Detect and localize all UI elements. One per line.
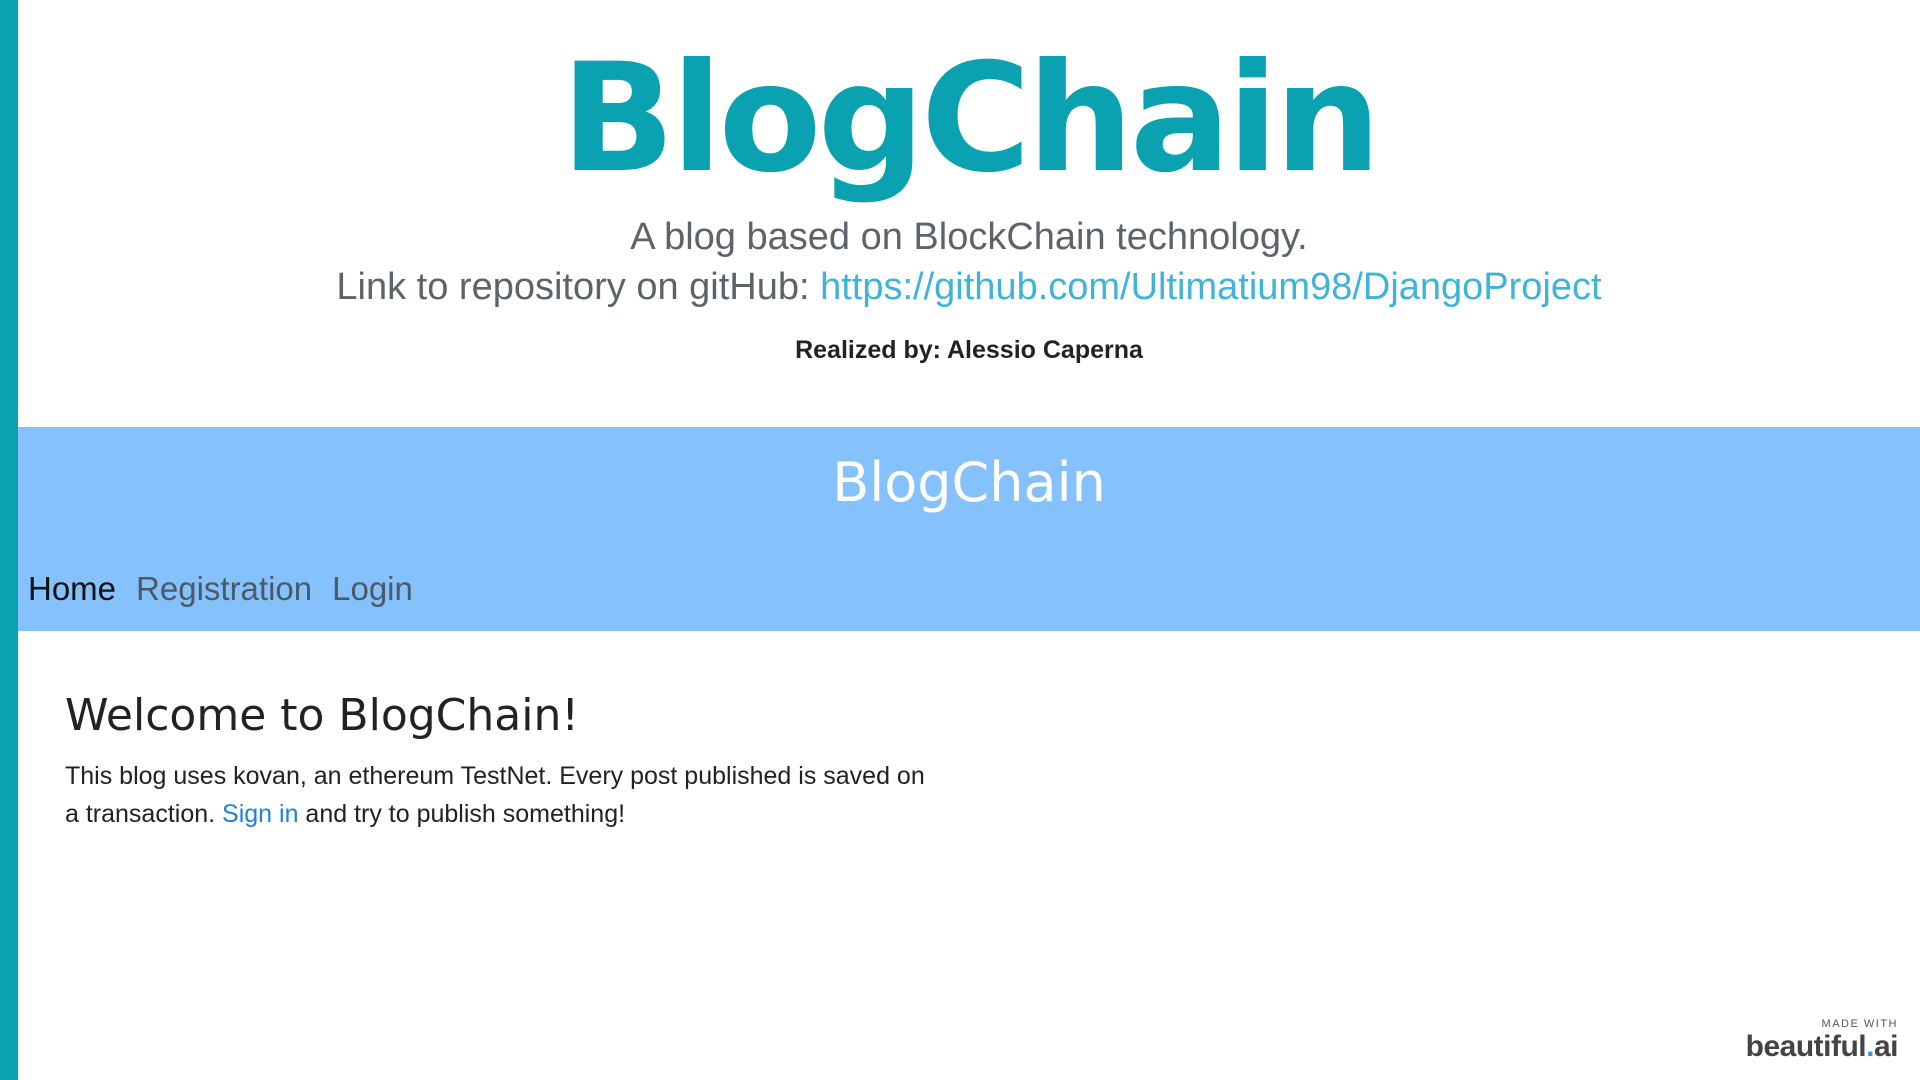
sign-in-link[interactable]: Sign in — [222, 800, 298, 828]
main-content: Welcome to BlogChain! This blog uses kov… — [65, 687, 925, 833]
app-screenshot: BlogChain Home Registration Login Welcom… — [18, 427, 1920, 1080]
intro-paragraph: This blog uses kovan, an ethereum TestNe… — [65, 757, 925, 833]
nav-link-login[interactable]: Login — [332, 570, 413, 608]
made-with-label: MADE WITH — [1821, 1018, 1898, 1030]
accent-bar — [0, 0, 18, 1080]
nav-link-registration[interactable]: Registration — [136, 570, 312, 608]
slide-subtitle: A blog based on BlockChain technology. — [630, 216, 1308, 258]
repo-link[interactable]: https://github.com/Ultimatium98/DjangoPr… — [820, 266, 1601, 308]
watermark-logo: beautiful.ai — [1745, 1030, 1899, 1064]
navbar: BlogChain Home Registration Login — [18, 427, 1920, 631]
repo-line: Link to repository on gitHub: https://gi… — [18, 262, 1920, 312]
watermark-brand-main: beautiful — [1745, 1030, 1867, 1063]
watermark-brand-dot: . — [1866, 1030, 1874, 1063]
nav-link-home[interactable]: Home — [28, 570, 116, 608]
credits: Realized by: Alessio Caperna — [795, 336, 1143, 364]
slide-header: BlogChain A blog based on BlockChain tec… — [18, 0, 1920, 365]
welcome-heading: Welcome to BlogChain! — [65, 690, 579, 741]
slide-title: BlogChain — [560, 32, 1381, 206]
beautiful-ai-watermark: MADE WITH beautiful.ai — [1745, 1018, 1899, 1064]
slide: BlogChain A blog based on BlockChain tec… — [0, 0, 1920, 1080]
intro-text-end: and try to publish something! — [298, 800, 626, 828]
navbar-brand[interactable]: BlogChain — [18, 451, 1920, 514]
watermark-brand-suffix: ai — [1873, 1030, 1899, 1063]
repo-prefix: Link to repository on gitHub: — [336, 266, 821, 308]
nav-links: Home Registration Login — [28, 570, 413, 608]
